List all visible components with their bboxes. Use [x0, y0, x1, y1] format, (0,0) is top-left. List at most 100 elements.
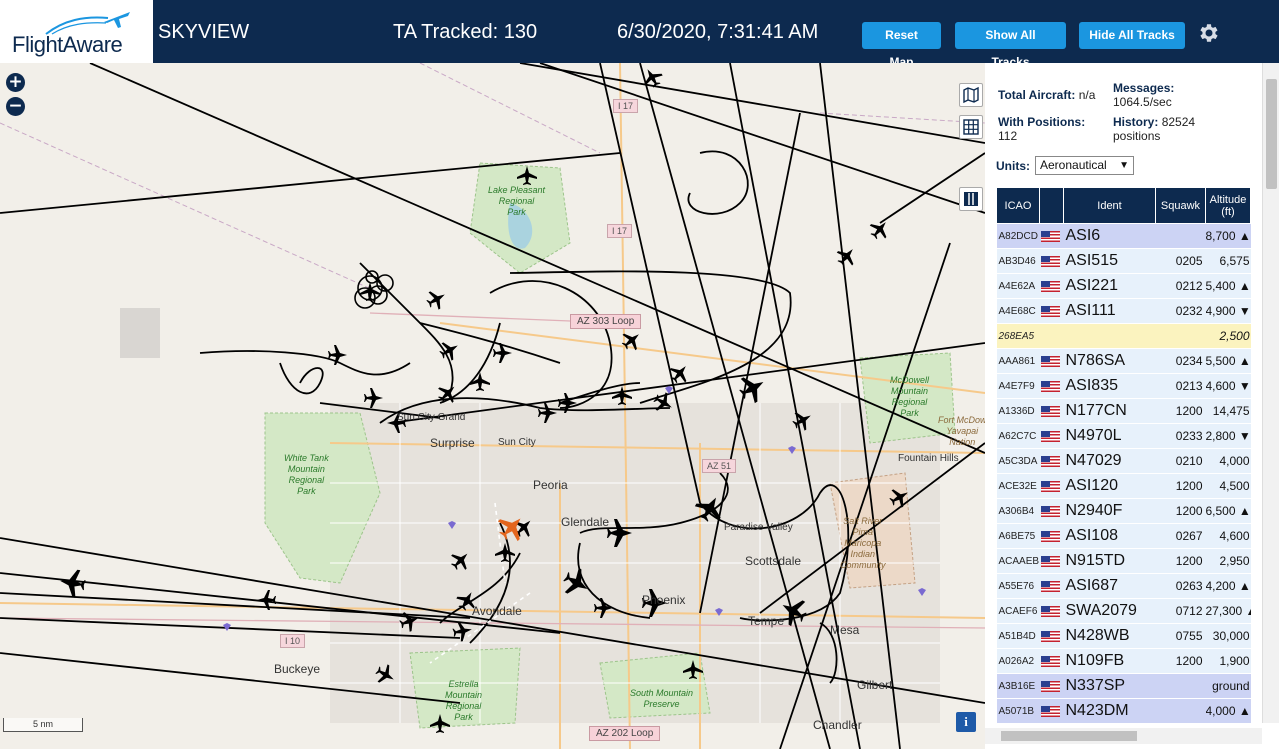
aircraft-altitude: 30,000 [1205, 623, 1251, 649]
app-title: SKYVIEW [158, 21, 250, 43]
aircraft-squawk: 1200 [1155, 398, 1206, 424]
flightaware-logo[interactable]: FlightAware [0, 0, 153, 63]
units-select[interactable]: Aeronautical ▼ [1035, 156, 1134, 175]
current-datetime: 6/30/2020, 7:31:41 AM [617, 21, 819, 43]
city-paradise-valley: Paradise Valley [724, 522, 793, 533]
column-header-ident[interactable]: Ident [1063, 187, 1156, 224]
aircraft-altitude: 2,800 ▼ [1205, 423, 1251, 449]
table-row[interactable]: A4E68C ASI111 0232 4,900 ▼ [996, 298, 1251, 324]
table-row[interactable]: A3B16E N337SP ground [996, 673, 1251, 699]
us-flag-icon [1040, 606, 1060, 618]
aircraft-ident: ASI835 [1063, 373, 1156, 399]
logo-plane-icon [104, 12, 130, 28]
aircraft-altitude: 1,900 [1205, 648, 1251, 674]
table-row[interactable]: ACE32E ASI120 1200 4,500 [996, 473, 1251, 499]
aircraft-ident: ASI687 [1063, 573, 1156, 599]
reset-map-button[interactable]: Reset Map [862, 22, 941, 69]
grid-toggle-button[interactable] [959, 115, 983, 139]
aircraft-icao: ACAEF6 [996, 598, 1040, 624]
aircraft-ident: ASI221 [1063, 273, 1156, 299]
flag-cell [1039, 423, 1064, 449]
aircraft-icao: AB3D46 [996, 248, 1040, 274]
aircraft-ident: N915TD [1063, 548, 1156, 574]
column-header-altitude[interactable]: Altitude (ft) [1205, 187, 1251, 224]
aircraft-squawk: 1200 [1155, 648, 1206, 674]
aircraft-icao: A1336D [996, 398, 1040, 424]
flag-cell [1039, 373, 1064, 399]
aircraft-ident: N177CN [1063, 398, 1156, 424]
table-row[interactable]: A5C3DA N47029 0210 4,000 [996, 448, 1251, 474]
table-row[interactable]: A55E76 ASI687 0263 4,200 ▲ [996, 573, 1251, 599]
us-flag-icon [1040, 431, 1060, 443]
info-button[interactable]: i [956, 712, 976, 732]
us-flag-icon [1040, 306, 1060, 318]
table-row[interactable]: ACAEF6 SWA2079071227,300 ▲ [996, 598, 1251, 624]
aircraft-ident: ASI6 [1063, 223, 1156, 249]
units-value: Aeronautical [1040, 158, 1107, 172]
table-row[interactable]: A026A2 N109FB 1200 1,900 [996, 648, 1251, 674]
table-row[interactable]: ACAAEB N915TD 1200 2,950 [996, 548, 1251, 574]
park-estrella: Estrella Mountain Regional Park [445, 679, 483, 722]
flag-cell [1039, 648, 1064, 674]
city-avondale: Avondale [472, 604, 522, 618]
column-header-squawk[interactable]: Squawk [1155, 187, 1206, 224]
table-row[interactable]: A5071B N423DM 4,000 ▲ [996, 698, 1251, 724]
show-all-tracks-button[interactable]: Show All Tracks [955, 22, 1066, 69]
road-label-i10: I 10 [280, 634, 306, 648]
table-row[interactable]: 268EA5 2,500 [996, 323, 1251, 349]
panel-horizontal-scrollbar[interactable] [985, 728, 1262, 744]
aircraft-squawk: 0213 [1155, 373, 1206, 399]
table-row[interactable]: AB3D46 ASI515 0205 6,575 [996, 248, 1251, 274]
columns-icon [964, 192, 978, 206]
aircraft-altitude: 4,000 ▲ [1205, 698, 1251, 724]
table-row[interactable]: A51B4D N428WB 0755 30,000 [996, 623, 1251, 649]
vertical-scroll-thumb[interactable] [1266, 79, 1277, 189]
aircraft-altitude: 2,950 [1205, 548, 1251, 574]
aircraft-ident: ASI120 [1063, 473, 1156, 499]
flag-cell [1039, 323, 1064, 349]
flag-cell [1039, 498, 1064, 524]
table-row[interactable]: A6BE75 ASI108 0267 4,600 [996, 523, 1251, 549]
horizontal-scroll-thumb[interactable] [1001, 731, 1137, 741]
us-flag-icon [1040, 631, 1060, 643]
aircraft-altitude: 4,600 ▼ [1205, 373, 1251, 399]
table-row[interactable]: A62C7C N4970L 0233 2,800 ▼ [996, 423, 1251, 449]
table-row[interactable]: A4E7F9 ASI835 0213 4,600 ▼ [996, 373, 1251, 399]
column-header-icao[interactable]: ICAO [996, 187, 1040, 224]
city-gilbert: Gilbert [857, 678, 893, 692]
table-row[interactable]: A4E62A ASI221 0212 5,400 ▲ [996, 273, 1251, 299]
table-row[interactable]: A82DCD ASI6 8,700 ▲ [996, 223, 1251, 249]
messages-label: Messages: [1113, 81, 1175, 95]
road-label-i17-north: I 17 [613, 99, 639, 113]
us-flag-icon [1040, 706, 1060, 718]
table-row[interactable]: AAA861 N786SA 0234 5,500 ▲ [996, 348, 1251, 374]
aircraft-icao: A55E76 [996, 573, 1040, 599]
logo-text: FlightAware [12, 32, 123, 57]
us-flag-icon [1040, 531, 1060, 543]
map-canvas[interactable]: I 17 I 17 AZ 303 Loop AZ 51 I 10 AZ 202 … [0, 63, 985, 749]
panel-vertical-scrollbar[interactable] [1262, 63, 1279, 723]
gear-icon[interactable] [1196, 21, 1220, 45]
zoom-out-button[interactable]: − [6, 97, 25, 116]
aircraft-altitude: 4,200 ▲ [1205, 573, 1251, 599]
map-layers-button[interactable] [959, 83, 983, 107]
city-sun-city-grand: Sun City Grand [397, 412, 466, 423]
aircraft-altitude: 6,500 ▲ [1205, 498, 1251, 524]
aircraft-table-body: A82DCD ASI6 8,700 ▲ AB3D46 ASI515 0205 6,575 A4… [996, 223, 1251, 724]
total-aircraft-stat: Total Aircraft: n/a [998, 88, 1095, 102]
city-phoenix: Phoenix [642, 593, 686, 607]
aircraft-icao: A306B4 [996, 498, 1040, 524]
us-flag-icon [1040, 406, 1060, 418]
columns-toggle-button[interactable] [959, 187, 983, 211]
aircraft-altitude: 4,000 [1205, 448, 1251, 474]
table-row[interactable]: A1336D N177CN 1200 14,475 [996, 398, 1251, 424]
hide-all-tracks-button[interactable]: Hide All Tracks [1079, 22, 1185, 49]
flag-cell [1039, 573, 1064, 599]
column-header-flag[interactable] [1039, 187, 1064, 224]
aircraft-ident: N109FB [1063, 648, 1156, 674]
city-scottsdale: Scottsdale [745, 554, 802, 568]
zoom-in-button[interactable]: + [6, 73, 25, 92]
aircraft-squawk: 0263 [1155, 573, 1206, 599]
positions-value: 112 [998, 129, 1018, 143]
table-row[interactable]: A306B4 N2940F 1200 6,500 ▲ [996, 498, 1251, 524]
